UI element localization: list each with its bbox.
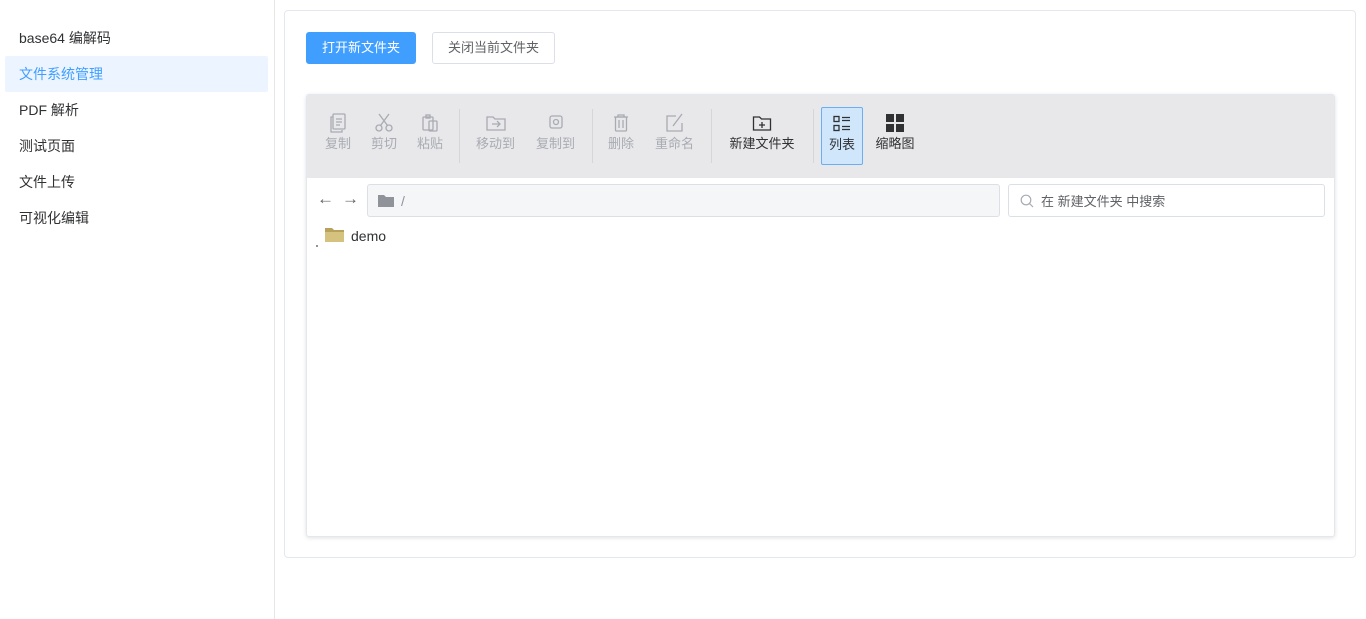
new-folder-button[interactable]: 新建文件夹 [725, 109, 799, 167]
sidebar-item-test[interactable]: 测试页面 [5, 128, 268, 164]
sidebar-item-base64[interactable]: base64 编解码 [5, 20, 268, 56]
paste-icon [415, 109, 445, 137]
current-path: / [401, 193, 405, 209]
copy-icon [323, 109, 353, 137]
toolbar-separator [711, 109, 712, 163]
list-item[interactable]: demo [325, 225, 386, 247]
search-icon [1020, 194, 1034, 211]
toolbar-separator [459, 109, 460, 163]
copy-button[interactable]: 复制 [323, 109, 353, 167]
sidebar-item-pdf[interactable]: PDF 解析 [5, 92, 268, 128]
file-manager: 复制 剪切 粘贴 移动到 复制到 删除 重命名 新建文件夹 列表 缩略图 ← →… [306, 94, 1335, 537]
copy-to-button[interactable]: 复制到 [533, 109, 578, 167]
toolbar: 复制 剪切 粘贴 移动到 复制到 删除 重命名 新建文件夹 列表 缩略图 [307, 95, 1334, 178]
grid-icon [873, 109, 917, 137]
main-card: 打开新文件夹 关闭当前文件夹 复制 剪切 粘贴 移动到 复制到 删除 重命名 新… [284, 10, 1356, 558]
sidebar-item-upload[interactable]: 文件上传 [5, 164, 268, 200]
cut-button[interactable]: 剪切 [369, 109, 399, 167]
sidebar-item-visual-edit[interactable]: 可视化编辑 [5, 200, 268, 236]
sidebar: base64 编解码 文件系统管理 PDF 解析 测试页面 文件上传 可视化编辑 [0, 0, 275, 619]
delete-button[interactable]: 删除 [606, 109, 636, 167]
forward-arrow-icon[interactable]: → [342, 190, 359, 208]
sidebar-item-filesystem[interactable]: 文件系统管理 [5, 56, 268, 92]
copy-to-icon [533, 109, 578, 137]
thumbnail-view-button[interactable]: 缩略图 [873, 109, 917, 167]
back-arrow-icon[interactable]: ← [317, 190, 334, 208]
toolbar-separator [592, 109, 593, 163]
scissors-icon [369, 109, 399, 137]
selection-dot [316, 245, 318, 247]
folder-plus-icon [725, 109, 799, 137]
search-field[interactable] [1008, 184, 1325, 217]
close-folder-button[interactable]: 关闭当前文件夹 [432, 32, 556, 64]
folder-icon [325, 226, 345, 246]
move-to-button[interactable]: 移动到 [473, 109, 518, 167]
list-icon [822, 110, 862, 138]
trash-icon [606, 109, 636, 137]
paste-button[interactable]: 粘贴 [415, 109, 445, 167]
move-to-icon [473, 109, 518, 137]
address-bar-row: ← → / [307, 178, 1334, 222]
toolbar-separator [813, 109, 814, 163]
open-folder-button[interactable]: 打开新文件夹 [306, 32, 417, 64]
edit-icon [652, 109, 697, 137]
folder-icon [378, 194, 394, 210]
path-bar[interactable]: / [367, 184, 1000, 217]
rename-button[interactable]: 重命名 [652, 109, 697, 167]
search-input[interactable] [1041, 191, 1316, 211]
list-view-button[interactable]: 列表 [821, 107, 863, 165]
